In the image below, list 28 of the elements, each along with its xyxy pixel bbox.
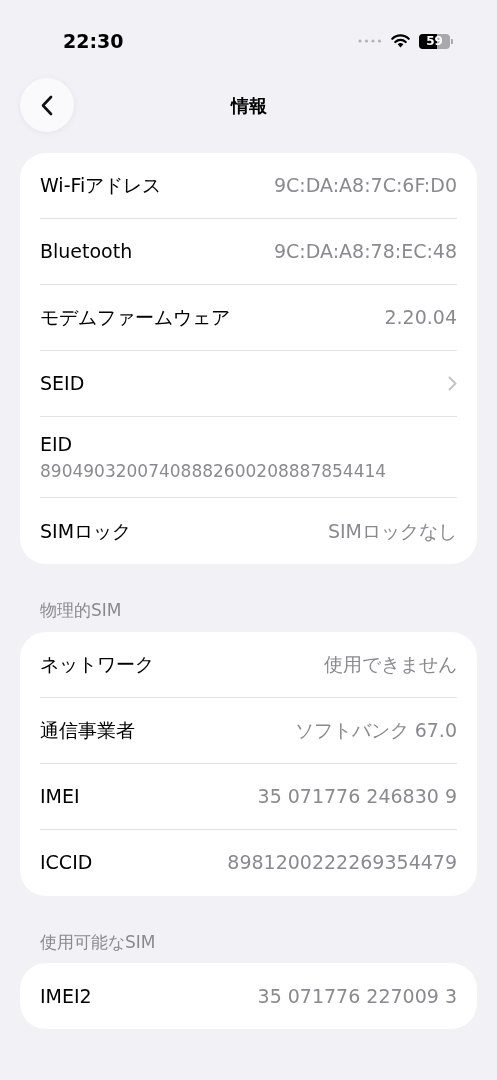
row-label: ネットワーク: [40, 651, 154, 677]
row-value: 35 071776 227009 3: [257, 983, 457, 1009]
row-label: モデムファームウェア: [40, 305, 230, 331]
row-value: 2.20.04: [384, 305, 457, 331]
row-label: ICCID: [40, 850, 93, 876]
row-label: SEID: [40, 371, 85, 397]
row-label: 通信事業者: [40, 717, 135, 743]
row-label: SIMロック: [40, 518, 132, 544]
row-label: EID: [40, 432, 74, 457]
section-header: 物理的SIM: [39, 599, 123, 622]
back-icon: [41, 94, 53, 116]
row-value: 使用できません: [324, 651, 457, 677]
row-value: SIMロックなし: [327, 518, 457, 544]
row-label: Wi-Fiアドレス: [40, 173, 162, 199]
row-label: Bluetooth: [40, 239, 133, 265]
row-value: 35 071776 246830 9: [257, 783, 457, 809]
row-value: 89049032007408882600208887854414: [40, 460, 388, 483]
status-time: 22:30: [63, 28, 124, 54]
row-value: 8981200222269354479: [227, 850, 457, 876]
row-value: 9C:DA:A8:7C:6F:D0: [273, 173, 457, 199]
row-label: IMEI: [40, 783, 80, 809]
wifi-icon: [391, 34, 410, 48]
page-title: 情報: [230, 93, 267, 118]
row-value: ソフトバンク 67.0: [294, 717, 457, 743]
section-header: 使用可能なSIM: [39, 930, 157, 954]
row-label: IMEI2: [40, 983, 92, 1009]
row-value: 9C:DA:A8:78:EC:48: [273, 239, 457, 265]
signal-icon: [358, 39, 382, 43]
